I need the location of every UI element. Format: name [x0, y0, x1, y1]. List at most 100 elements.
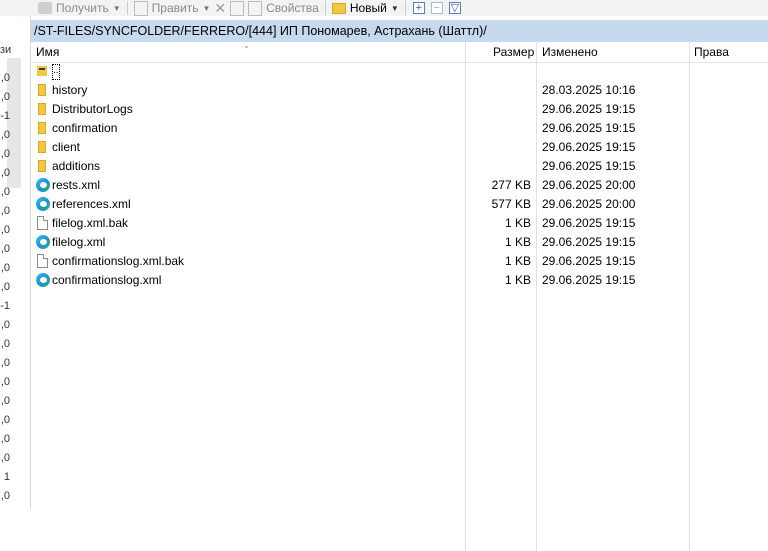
file-row[interactable]: confirmationslog.xml.bak 1 KB 29.06.2025 1…	[31, 252, 768, 271]
left-panel-row-fragment: ,0	[0, 357, 10, 369]
file-modified: 29.06.2025 20:00	[542, 178, 636, 192]
left-panel-row-fragment: ,0	[0, 319, 10, 331]
file-modified: 29.06.2025 19:15	[542, 235, 636, 249]
left-panel-row-fragment: ,0	[0, 243, 10, 255]
delete-icon: ✕	[214, 0, 227, 16]
file-row[interactable]: ..	[31, 62, 768, 81]
file-name: history	[52, 83, 88, 97]
folder-icon	[38, 84, 46, 96]
filter-icon[interactable]: ▽	[448, 2, 461, 14]
left-panel-row-fragment: ,0	[0, 186, 10, 198]
left-panel-row-fragment: ,0	[0, 148, 10, 160]
file-row[interactable]: filelog.xml.bak 1 KB 29.06.2025 19:15	[31, 214, 768, 233]
file-size: 1 KB	[504, 273, 531, 287]
file-modified: 29.06.2025 19:15	[542, 159, 636, 173]
file-row[interactable]: additions 29.06.2025 19:15	[31, 157, 768, 176]
file-name: confirmationslog.xml.bak	[52, 254, 185, 268]
file-row[interactable]: references.xml 577 KB 29.06.2025 20:00	[31, 195, 768, 214]
edge-xml-icon	[36, 273, 50, 287]
new-button[interactable]: Новый ▼	[330, 0, 401, 16]
new-label: Новый	[349, 1, 387, 15]
delete-button[interactable]: ✕	[212, 0, 228, 16]
sort-arrow-icon: ⌄	[243, 41, 250, 50]
file-icon	[37, 216, 48, 230]
file-size: 1 KB	[504, 216, 531, 230]
column-header-rights[interactable]: Права	[694, 42, 729, 62]
rename-button[interactable]	[228, 0, 246, 16]
file-size: 1 KB	[504, 254, 531, 268]
file-row[interactable]: history 28.03.2025 10:16	[31, 81, 768, 100]
expand-icon[interactable]: +	[412, 2, 425, 14]
column-header-modified[interactable]: Изменено	[542, 42, 598, 62]
folder-icon	[38, 103, 46, 115]
left-panel-row-fragment: ,0	[0, 91, 10, 103]
left-panel-header: зи	[0, 44, 12, 56]
left-panel: зи ,0 ,0 -1 ,0 ,0 ,0 ,0 ,0 ,0 ,0 ,0 ,0 -1 ,0 ,0 ,0 ,0 ,0,…	[0, 16, 31, 509]
file-name: references.xml	[52, 197, 131, 211]
file-name: filelog.xml.bak	[52, 216, 129, 230]
collapse-icon[interactable]: −	[430, 2, 443, 14]
file-row[interactable]: DistributorLogs 29.06.2025 19:15	[31, 100, 768, 119]
left-panel-row-fragment: ,0	[0, 376, 10, 388]
toolbar-separator	[404, 1, 406, 15]
toolbar-separator	[324, 1, 326, 15]
file-name: DistributorLogs	[52, 102, 133, 116]
edit-icon	[133, 0, 148, 16]
file-row[interactable]: rests.xml 277 KB 29.06.2025 20:00	[31, 176, 768, 195]
file-modified: 29.06.2025 19:15	[542, 254, 636, 268]
file-modified: 28.03.2025 10:16	[542, 83, 636, 97]
file-name: additions	[52, 159, 101, 173]
path-bar[interactable]: /ST-FILES/SYNCFOLDER/FERRERO/[444] ИП По…	[31, 20, 768, 42]
properties-icon	[248, 0, 263, 16]
file-name: confirmationslog.xml	[52, 273, 162, 287]
parent-dir-icon	[37, 66, 47, 76]
toolbar: Получить ▼ Править ▼ ✕ Свойства Новый ▼ …	[0, 0, 768, 16]
file-name: rests.xml	[52, 178, 100, 192]
folder-icon	[38, 160, 46, 172]
edge-xml-icon	[36, 235, 50, 249]
file-size: 1 KB	[504, 235, 531, 249]
file-modified: 29.06.2025 19:15	[542, 216, 636, 230]
file-name: ..	[52, 62, 60, 81]
left-panel-row-fragment: ,0	[0, 281, 10, 293]
file-name: client	[52, 140, 81, 154]
column-header-size[interactable]: Размер	[493, 42, 534, 62]
file-row[interactable]: confirmation 29.06.2025 19:15	[31, 119, 768, 138]
left-panel-row-fragment: ,0	[0, 338, 10, 350]
folder-icon	[38, 141, 46, 153]
receive-button[interactable]: Получить ▼	[36, 0, 123, 16]
edge-xml-icon	[36, 197, 50, 211]
folder-icon	[38, 122, 46, 134]
left-panel-row-fragment: ,0	[0, 395, 10, 407]
left-panel-row-fragment: ,0	[0, 452, 10, 464]
left-panel-row-fragment: ,0	[0, 414, 10, 426]
left-panel-row-fragment: ,0	[0, 490, 10, 502]
file-modified: 29.06.2025 19:15	[542, 121, 636, 135]
file-name: filelog.xml	[52, 235, 106, 249]
file-modified: 29.06.2025 19:15	[542, 102, 636, 116]
left-panel-row-fragment: ,0	[0, 167, 10, 179]
column-header-row: Имя ⌄ Размер Изменено Права	[31, 41, 768, 551]
file-row[interactable]: filelog.xml 1 KB 29.06.2025 19:15	[31, 233, 768, 252]
column-header-name[interactable]: Имя	[36, 42, 59, 62]
rename-icon	[230, 0, 245, 16]
file-size: 277 KB	[491, 178, 531, 192]
edit-label: Править	[151, 1, 199, 15]
properties-button[interactable]: Свойства	[246, 0, 321, 16]
chevron-down-icon[interactable]: ▼	[391, 4, 399, 13]
left-panel-row-fragment: -1	[0, 300, 10, 312]
new-folder-icon	[331, 2, 346, 14]
left-panel-row-fragment: ,0	[0, 205, 10, 217]
file-row[interactable]: client 29.06.2025 19:15	[31, 138, 768, 157]
chevron-down-icon[interactable]: ▼	[202, 4, 210, 13]
file-modified: 29.06.2025 20:00	[542, 197, 636, 211]
left-panel-row-fragment: ,0	[0, 224, 10, 236]
download-icon	[38, 2, 52, 14]
chevron-down-icon[interactable]: ▼	[113, 4, 121, 13]
left-panel-row-fragment: ,0	[0, 433, 10, 445]
edit-button[interactable]: Править ▼	[132, 0, 213, 16]
file-row[interactable]: confirmationslog.xml 1 KB 29.06.2025 19:15	[31, 271, 768, 290]
left-panel-row-fragment: -1	[0, 110, 10, 122]
file-modified: 29.06.2025 19:15	[542, 140, 636, 154]
left-panel-row-fragment: ,0	[0, 262, 10, 274]
